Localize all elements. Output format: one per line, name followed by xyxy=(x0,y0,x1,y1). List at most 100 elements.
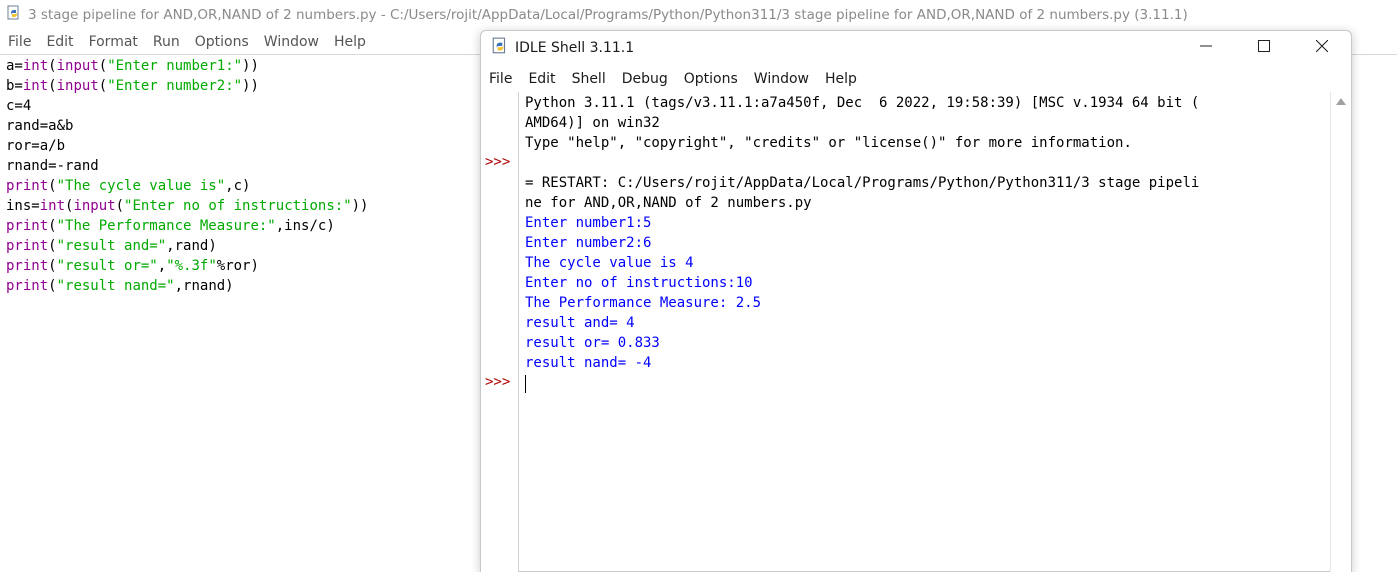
shell-prompt: >>> xyxy=(485,154,511,170)
code-line: c=4 xyxy=(6,96,476,116)
code-line: print("result or=","%.3f"%ror) xyxy=(6,256,476,276)
shell-output-line: The cycle value is 4 xyxy=(525,255,694,271)
editor-menu-file[interactable]: File xyxy=(8,34,31,50)
shell-menu-debug[interactable]: Debug xyxy=(622,71,668,87)
code-text: ( xyxy=(48,218,57,234)
shell-menu-help[interactable]: Help xyxy=(825,71,857,87)
shell-menu-options[interactable]: Options xyxy=(684,71,738,87)
code-text: ins= xyxy=(6,198,40,214)
code-line: print("The cycle value is",c) xyxy=(6,176,476,196)
scroll-up-icon[interactable] xyxy=(1336,98,1346,105)
shell-output-line: Enter number2:6 xyxy=(525,235,652,251)
shell-output[interactable]: Python 3.11.1 (tags/v3.11.1:a7a450f, Dec… xyxy=(525,93,1325,373)
code-string: "The Performance Measure:" xyxy=(56,218,276,234)
code-line: print("The Performance Measure:",ins/c) xyxy=(6,216,476,236)
code-text: ,ins/c) xyxy=(275,218,335,234)
code-text: ( xyxy=(98,58,108,74)
code-keyword: print xyxy=(6,278,49,294)
code-string: "%.3f" xyxy=(166,258,217,274)
shell-output-line: Python 3.11.1 (tags/v3.11.1:a7a450f, Dec… xyxy=(525,95,1200,111)
code-keyword: input xyxy=(73,198,116,214)
shell-output-line: Enter no of instructions:10 xyxy=(525,275,753,291)
code-line: rand=a&b xyxy=(6,116,476,136)
maximize-button[interactable] xyxy=(1235,31,1293,65)
code-text: ,c) xyxy=(225,178,251,194)
shell-scrollbar[interactable] xyxy=(1330,92,1351,572)
editor-menu-edit[interactable]: Edit xyxy=(46,34,73,50)
shell-output-line: Type "help", "copyright", "credits" or "… xyxy=(525,135,1132,151)
shell-menubar: File Edit Shell Debug Options Window Hel… xyxy=(481,67,1351,91)
minimize-icon xyxy=(1200,40,1212,56)
editor-menu-help[interactable]: Help xyxy=(334,34,366,50)
code-line: print("result and=",rand) xyxy=(6,236,476,256)
editor-menu-run[interactable]: Run xyxy=(153,34,180,50)
shell-output-line: result nand= -4 xyxy=(525,355,652,371)
shell-menu-edit[interactable]: Edit xyxy=(528,71,555,87)
code-line: a=int(input("Enter number1:")) xyxy=(6,56,476,76)
code-keyword: print xyxy=(6,178,49,194)
code-text: ,rnand) xyxy=(174,278,234,294)
editor-menu-window[interactable]: Window xyxy=(264,34,319,50)
code-line: print("result nand=",rnand) xyxy=(6,276,476,296)
shell-prompt-gutter: >>> >>> xyxy=(481,92,519,572)
code-string: "result nand=" xyxy=(56,278,175,294)
editor-menu-format[interactable]: Format xyxy=(89,34,138,50)
python-idle-icon xyxy=(491,37,509,59)
editor-titlebar: 3 stage pipeline for AND,OR,NAND of 2 nu… xyxy=(0,0,1397,30)
code-text: ( xyxy=(115,198,125,214)
code-text: rnand=-rand xyxy=(6,158,99,174)
code-text: ( xyxy=(48,78,57,94)
shell-prompt: >>> xyxy=(485,374,511,390)
shell-titlebar[interactable]: IDLE Shell 3.11.1 xyxy=(481,31,1351,65)
shell-menu-file[interactable]: File xyxy=(489,71,512,87)
shell-output-line: AMD64)] on win32 xyxy=(525,115,660,131)
maximize-icon xyxy=(1258,40,1270,56)
editor-menu-options[interactable]: Options xyxy=(195,34,249,50)
shell-output-line: = RESTART: C:/Users/rojit/AppData/Local/… xyxy=(525,175,1200,191)
minimize-button[interactable] xyxy=(1177,31,1235,65)
code-string: "Enter number2:" xyxy=(107,78,243,94)
code-text: ( xyxy=(48,178,57,194)
shell-title: IDLE Shell 3.11.1 xyxy=(515,40,635,56)
code-keyword: print xyxy=(6,258,49,274)
code-keyword: input xyxy=(56,78,99,94)
code-text: ,rand) xyxy=(166,238,217,254)
code-keyword: input xyxy=(56,58,99,74)
shell-menu-window[interactable]: Window xyxy=(754,71,809,87)
python-idle-icon xyxy=(6,5,22,25)
code-line: b=int(input("Enter number2:")) xyxy=(6,76,476,96)
code-string: "Enter number1:" xyxy=(107,58,243,74)
close-button[interactable] xyxy=(1293,31,1351,65)
code-string: "The cycle value is" xyxy=(56,178,226,194)
editor-code-area[interactable]: a=int(input("Enter number1:")) b=int(inpu… xyxy=(6,56,476,296)
shell-output-line: result and= 4 xyxy=(525,315,635,331)
code-text: ( xyxy=(48,278,57,294)
shell-output-line: The Performance Measure: 2.5 xyxy=(525,295,762,311)
code-keyword: int xyxy=(39,198,66,214)
code-text: )) xyxy=(351,198,369,214)
code-text: c=4 xyxy=(6,98,32,114)
code-line: ins=int(input("Enter no of instructions:… xyxy=(6,196,476,216)
shell-output-line: result or= 0.833 xyxy=(525,335,660,351)
code-text: ( xyxy=(48,238,57,254)
code-text: , xyxy=(157,258,167,274)
close-icon xyxy=(1315,39,1329,56)
code-text: b= xyxy=(6,78,23,94)
code-text: ( xyxy=(98,78,108,94)
code-text: ( xyxy=(48,258,57,274)
shell-output-line xyxy=(525,153,1325,173)
code-string: "Enter no of instructions:" xyxy=(124,198,352,214)
code-keyword: int xyxy=(22,78,49,94)
shell-window: IDLE Shell 3.11.1 File Edit Shell Debug … xyxy=(480,30,1352,572)
code-keyword: print xyxy=(6,238,49,254)
code-string: "result and=" xyxy=(56,238,167,254)
code-text: )) xyxy=(242,58,259,74)
shell-output-line: ne for AND,OR,NAND of 2 numbers.py xyxy=(525,195,812,211)
code-keyword: print xyxy=(6,218,49,234)
text-cursor xyxy=(525,375,526,393)
code-text: %ror) xyxy=(216,258,259,274)
code-text: )) xyxy=(242,78,259,94)
code-line: ror=a/b xyxy=(6,136,476,156)
shell-output-line: Enter number1:5 xyxy=(525,215,652,231)
shell-menu-shell[interactable]: Shell xyxy=(572,71,606,87)
